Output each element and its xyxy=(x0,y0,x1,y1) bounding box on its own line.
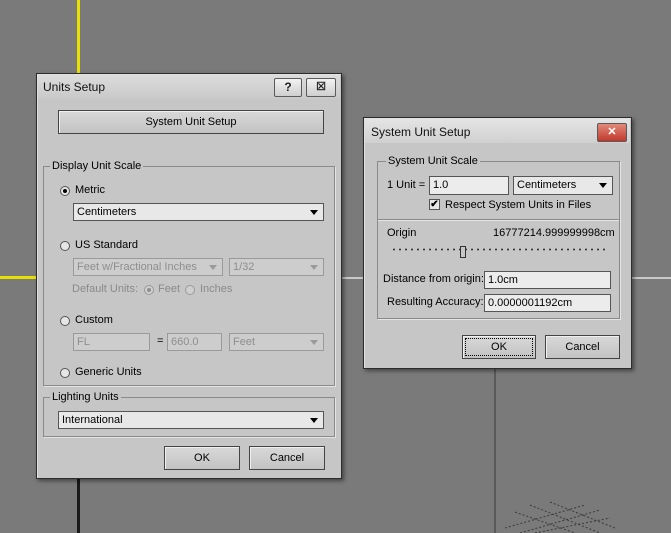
us-standard-radio[interactable] xyxy=(60,241,70,251)
distance-from-origin-value: 1.0cm xyxy=(488,274,518,286)
system-close-button[interactable]: ✕ xyxy=(597,123,627,142)
help-icon: ? xyxy=(284,80,292,94)
respect-system-units-label: Respect System Units in Files xyxy=(445,199,592,211)
ok-button-label: OK xyxy=(194,452,210,464)
custom-name-value: FL xyxy=(77,336,90,348)
one-unit-value: 1.0 xyxy=(433,179,449,191)
chevron-down-icon xyxy=(310,265,318,270)
system-unit-setup-title: System Unit Setup xyxy=(371,125,471,139)
viewport-axis-line-horizontal xyxy=(0,276,37,279)
system-unit-setup-titlebar[interactable]: System Unit Setup ✕ xyxy=(365,119,630,143)
viewport-axis-line-vertical xyxy=(77,0,80,75)
us-fraction-value: 1/32 xyxy=(233,261,255,273)
custom-label: Custom xyxy=(75,314,113,326)
close-icon: ☒ xyxy=(316,81,326,93)
system-unit-value: Centimeters xyxy=(517,179,577,191)
viewport-grid-line-horizontal xyxy=(341,277,365,279)
viewport-grid-line-horizontal-right xyxy=(631,277,671,279)
system-ok-button[interactable]: OK xyxy=(462,335,536,359)
resulting-accuracy-field[interactable]: 0.0000001192cm xyxy=(484,294,611,312)
us-fraction-dropdown[interactable]: 1/32 xyxy=(229,258,324,276)
resulting-accuracy-value: 0.0000001192cm xyxy=(488,297,573,309)
default-inches-label: Inches xyxy=(200,283,233,295)
custom-value-field[interactable]: 660.0 xyxy=(167,333,222,351)
system-unit-setup-button-label: System Unit Setup xyxy=(145,116,237,128)
distance-from-origin-field[interactable]: 1.0cm xyxy=(484,271,611,289)
system-unit-dropdown[interactable]: Centimeters xyxy=(513,176,613,195)
us-standard-label: US Standard xyxy=(75,239,138,251)
system-unit-setup-dialog: System Unit Setup ✕ System Unit Scale 1 … xyxy=(363,117,632,369)
system-ok-button-label: OK xyxy=(491,341,507,353)
system-unit-scale-group: System Unit Scale 1 Unit = 1.0 Centimete… xyxy=(377,155,620,319)
metric-label: Metric xyxy=(75,184,105,196)
default-feet-label: Feet xyxy=(158,283,181,295)
close-button[interactable]: ☒ xyxy=(306,78,336,97)
units-setup-titlebar[interactable]: Units Setup ? ☒ xyxy=(38,75,340,99)
display-unit-scale-label: Display Unit Scale xyxy=(50,160,144,172)
us-standard-units-dropdown[interactable]: Feet w/Fractional Inches xyxy=(73,258,223,276)
system-unit-scale-label: System Unit Scale xyxy=(386,155,480,167)
lighting-units-group: Lighting Units International xyxy=(43,391,335,437)
system-cancel-button-label: Cancel xyxy=(565,341,600,353)
chevron-down-icon xyxy=(310,210,318,215)
cancel-button-label: Cancel xyxy=(269,452,305,464)
check-icon: ✔ xyxy=(430,199,439,210)
origin-slider-handle[interactable] xyxy=(460,246,467,258)
help-button[interactable]: ? xyxy=(274,78,302,97)
origin-slider-track[interactable] xyxy=(391,245,607,254)
viewport-grid-perspective xyxy=(505,501,615,533)
default-units-label: Default Units: xyxy=(72,283,139,295)
close-icon: ✕ xyxy=(607,126,617,138)
one-unit-label: 1 Unit = xyxy=(387,179,426,191)
one-unit-field[interactable]: 1.0 xyxy=(429,176,509,195)
viewport-grid-line-center xyxy=(494,366,496,533)
viewport-grid-line-vertical xyxy=(77,478,80,533)
custom-radio[interactable] xyxy=(60,316,70,326)
custom-unit-value: Feet xyxy=(233,336,256,348)
scale-separator xyxy=(378,219,619,220)
chevron-down-icon xyxy=(599,183,607,188)
distance-from-origin-label: Distance from origin: xyxy=(383,273,484,285)
custom-unit-dropdown[interactable]: Feet xyxy=(229,333,324,351)
default-inches-radio[interactable] xyxy=(185,285,195,295)
us-standard-units-value: Feet w/Fractional Inches xyxy=(77,261,197,273)
ok-button[interactable]: OK xyxy=(164,446,240,470)
resulting-accuracy-label: Resulting Accuracy: xyxy=(387,296,484,308)
chevron-down-icon xyxy=(310,340,318,345)
chevron-down-icon xyxy=(310,418,318,423)
lighting-units-dropdown[interactable]: International xyxy=(58,411,324,429)
units-setup-title: Units Setup xyxy=(43,80,106,94)
display-unit-scale-group: Display Unit Scale Metric Centimeters US… xyxy=(43,160,335,386)
cancel-button[interactable]: Cancel xyxy=(249,446,325,470)
system-cancel-button[interactable]: Cancel xyxy=(545,335,620,359)
metric-units-value: Centimeters xyxy=(77,206,137,218)
generic-units-radio[interactable] xyxy=(60,368,70,378)
metric-radio[interactable] xyxy=(60,186,70,196)
origin-value: 16777214.999999998cm xyxy=(493,227,615,239)
lighting-units-label: Lighting Units xyxy=(50,391,121,403)
lighting-units-value: International xyxy=(62,414,123,426)
chevron-down-icon xyxy=(209,265,217,270)
origin-label: Origin xyxy=(387,227,417,239)
custom-value-value: 660.0 xyxy=(171,336,199,348)
default-feet-radio[interactable] xyxy=(144,285,154,295)
metric-units-dropdown[interactable]: Centimeters xyxy=(73,203,324,221)
custom-equals-label: = xyxy=(157,335,164,347)
units-setup-dialog: Units Setup ? ☒ System Unit Setup Displa… xyxy=(36,73,342,479)
generic-units-label: Generic Units xyxy=(75,366,142,378)
respect-system-units-checkbox[interactable]: ✔ xyxy=(429,199,440,210)
system-unit-setup-button[interactable]: System Unit Setup xyxy=(58,110,324,134)
custom-name-field[interactable]: FL xyxy=(73,333,150,351)
